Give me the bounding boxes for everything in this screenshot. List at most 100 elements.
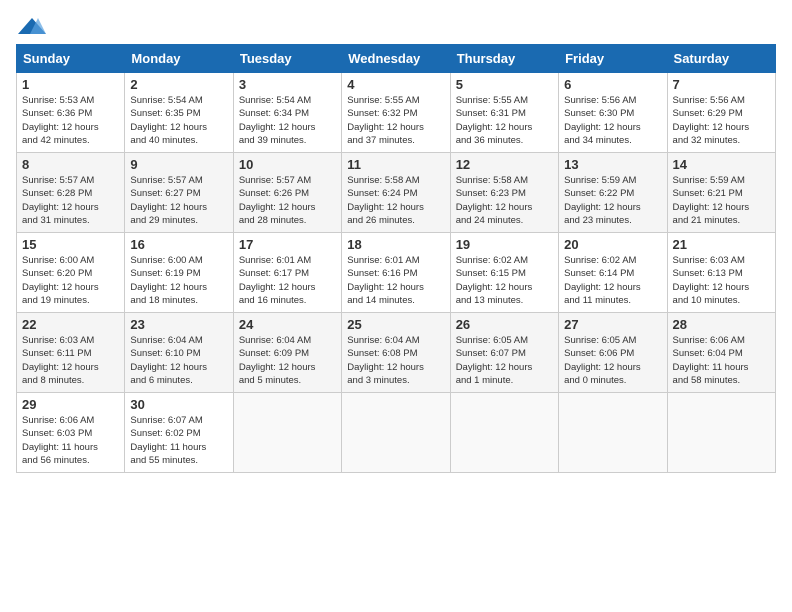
cell-text: Sunrise: 6:07 AMSunset: 6:02 PMDaylight:… — [130, 414, 227, 467]
day-number: 17 — [239, 237, 336, 252]
cell-text: Sunrise: 5:55 AMSunset: 6:32 PMDaylight:… — [347, 94, 444, 147]
weekday-header-thursday: Thursday — [450, 45, 558, 73]
day-number: 1 — [22, 77, 119, 92]
cell-text: Sunrise: 6:03 AMSunset: 6:13 PMDaylight:… — [673, 254, 770, 307]
cell-text: Sunrise: 6:06 AMSunset: 6:04 PMDaylight:… — [673, 334, 770, 387]
cell-text: Sunrise: 6:00 AMSunset: 6:19 PMDaylight:… — [130, 254, 227, 307]
calendar-cell: 21 Sunrise: 6:03 AMSunset: 6:13 PMDayligh… — [667, 233, 775, 313]
day-number: 23 — [130, 317, 227, 332]
calendar-cell: 24 Sunrise: 6:04 AMSunset: 6:09 PMDayligh… — [233, 313, 341, 393]
day-number: 7 — [673, 77, 770, 92]
cell-text: Sunrise: 5:56 AMSunset: 6:29 PMDaylight:… — [673, 94, 770, 147]
calendar-cell: 23 Sunrise: 6:04 AMSunset: 6:10 PMDayligh… — [125, 313, 233, 393]
day-number: 26 — [456, 317, 553, 332]
day-number: 18 — [347, 237, 444, 252]
day-number: 11 — [347, 157, 444, 172]
cell-text: Sunrise: 5:57 AMSunset: 6:27 PMDaylight:… — [130, 174, 227, 227]
calendar-cell: 5Sunrise: 5:55 AMSunset: 6:31 PMDaylight… — [450, 73, 558, 153]
calendar-cell: 16 Sunrise: 6:00 AMSunset: 6:19 PMDayligh… — [125, 233, 233, 313]
calendar-cell: 29 Sunrise: 6:06 AMSunset: 6:03 PMDayligh… — [17, 393, 125, 473]
cell-text: Sunrise: 6:04 AMSunset: 6:10 PMDaylight:… — [130, 334, 227, 387]
calendar-cell: 2 Sunrise: 5:54 AMSunset: 6:35 PMDaylight… — [125, 73, 233, 153]
calendar-cell: 17 Sunrise: 6:01 AMSunset: 6:17 PMDayligh… — [233, 233, 341, 313]
cell-text: Sunrise: 5:59 AMSunset: 6:21 PMDaylight:… — [673, 174, 770, 227]
day-number: 29 — [22, 397, 119, 412]
cell-text: Sunrise: 5:58 AMSunset: 6:24 PMDaylight:… — [347, 174, 444, 227]
day-number: 28 — [673, 317, 770, 332]
day-number: 19 — [456, 237, 553, 252]
day-number: 8 — [22, 157, 119, 172]
calendar-cell: 19 Sunrise: 6:02 AMSunset: 6:15 PMDayligh… — [450, 233, 558, 313]
day-number: 4 — [347, 77, 444, 92]
day-number: 22 — [22, 317, 119, 332]
cell-text: Sunrise: 5:58 AMSunset: 6:23 PMDaylight:… — [456, 174, 553, 227]
calendar-cell: 27 Sunrise: 6:05 AMSunset: 6:06 PMDayligh… — [559, 313, 667, 393]
calendar-table: SundayMondayTuesdayWednesdayThursdayFrid… — [16, 44, 776, 473]
calendar-cell: 10 Sunrise: 5:57 AMSunset: 6:26 PMDayligh… — [233, 153, 341, 233]
cell-text: Sunrise: 6:02 AMSunset: 6:15 PMDaylight:… — [456, 254, 553, 307]
cell-text: Sunrise: 5:59 AMSunset: 6:22 PMDaylight:… — [564, 174, 661, 227]
day-number: 25 — [347, 317, 444, 332]
cell-text: Sunrise: 5:57 AMSunset: 6:28 PMDaylight:… — [22, 174, 119, 227]
day-number: 16 — [130, 237, 227, 252]
weekday-header-friday: Friday — [559, 45, 667, 73]
calendar-cell: 20 Sunrise: 6:02 AMSunset: 6:14 PMDayligh… — [559, 233, 667, 313]
day-number: 30 — [130, 397, 227, 412]
day-number: 2 — [130, 77, 227, 92]
day-number: 14 — [673, 157, 770, 172]
calendar-cell: 7 Sunrise: 5:56 AMSunset: 6:29 PMDaylight… — [667, 73, 775, 153]
cell-text: Sunrise: 6:03 AMSunset: 6:11 PMDaylight:… — [22, 334, 119, 387]
calendar-week-1: 1 Sunrise: 5:53 AMSunset: 6:36 PMDaylight… — [17, 73, 776, 153]
calendar-cell: 25 Sunrise: 6:04 AMSunset: 6:08 PMDayligh… — [342, 313, 450, 393]
weekday-header-saturday: Saturday — [667, 45, 775, 73]
calendar-cell: 6Sunrise: 5:56 AMSunset: 6:30 PMDaylight… — [559, 73, 667, 153]
calendar-cell: 30 Sunrise: 6:07 AMSunset: 6:02 PMDayligh… — [125, 393, 233, 473]
calendar-cell: 15Sunrise: 6:00 AMSunset: 6:20 PMDayligh… — [17, 233, 125, 313]
cell-text: Sunrise: 5:57 AMSunset: 6:26 PMDaylight:… — [239, 174, 336, 227]
weekday-header-wednesday: Wednesday — [342, 45, 450, 73]
cell-text: Sunrise: 5:54 AMSunset: 6:35 PMDaylight:… — [130, 94, 227, 147]
day-number: 9 — [130, 157, 227, 172]
calendar-cell: 12 Sunrise: 5:58 AMSunset: 6:23 PMDayligh… — [450, 153, 558, 233]
calendar-cell: 18 Sunrise: 6:01 AMSunset: 6:16 PMDayligh… — [342, 233, 450, 313]
calendar-cell — [342, 393, 450, 473]
calendar-cell — [233, 393, 341, 473]
calendar-cell: 9 Sunrise: 5:57 AMSunset: 6:27 PMDaylight… — [125, 153, 233, 233]
cell-text: Sunrise: 6:02 AMSunset: 6:14 PMDaylight:… — [564, 254, 661, 307]
calendar-cell: 28 Sunrise: 6:06 AMSunset: 6:04 PMDayligh… — [667, 313, 775, 393]
cell-text: Sunrise: 6:01 AMSunset: 6:16 PMDaylight:… — [347, 254, 444, 307]
cell-text: Sunrise: 6:04 AMSunset: 6:08 PMDaylight:… — [347, 334, 444, 387]
cell-text: Sunrise: 6:05 AMSunset: 6:06 PMDaylight:… — [564, 334, 661, 387]
day-number: 20 — [564, 237, 661, 252]
page-header — [16, 16, 776, 36]
calendar-cell: 13 Sunrise: 5:59 AMSunset: 6:22 PMDayligh… — [559, 153, 667, 233]
weekday-header-sunday: Sunday — [17, 45, 125, 73]
logo — [16, 16, 46, 36]
weekday-header-tuesday: Tuesday — [233, 45, 341, 73]
logo-icon — [18, 16, 46, 36]
day-number: 3 — [239, 77, 336, 92]
day-number: 5 — [456, 77, 553, 92]
calendar-cell — [559, 393, 667, 473]
calendar-cell: 11 Sunrise: 5:58 AMSunset: 6:24 PMDayligh… — [342, 153, 450, 233]
calendar-cell: 1 Sunrise: 5:53 AMSunset: 6:36 PMDaylight… — [17, 73, 125, 153]
day-number: 24 — [239, 317, 336, 332]
cell-text: Sunrise: 6:01 AMSunset: 6:17 PMDaylight:… — [239, 254, 336, 307]
cell-text: Sunrise: 6:00 AMSunset: 6:20 PMDaylight:… — [22, 254, 119, 307]
day-number: 21 — [673, 237, 770, 252]
day-number: 10 — [239, 157, 336, 172]
day-number: 12 — [456, 157, 553, 172]
weekday-header-monday: Monday — [125, 45, 233, 73]
day-number: 13 — [564, 157, 661, 172]
cell-text: Sunrise: 6:04 AMSunset: 6:09 PMDaylight:… — [239, 334, 336, 387]
day-number: 6 — [564, 77, 661, 92]
calendar-week-3: 15Sunrise: 6:00 AMSunset: 6:20 PMDayligh… — [17, 233, 776, 313]
calendar-week-5: 29 Sunrise: 6:06 AMSunset: 6:03 PMDayligh… — [17, 393, 776, 473]
cell-text: Sunrise: 5:53 AMSunset: 6:36 PMDaylight:… — [22, 94, 119, 147]
calendar-week-2: 8 Sunrise: 5:57 AMSunset: 6:28 PMDaylight… — [17, 153, 776, 233]
day-number: 27 — [564, 317, 661, 332]
cell-text: Sunrise: 5:54 AMSunset: 6:34 PMDaylight:… — [239, 94, 336, 147]
cell-text: Sunrise: 6:06 AMSunset: 6:03 PMDaylight:… — [22, 414, 119, 467]
calendar-cell: 26Sunrise: 6:05 AMSunset: 6:07 PMDayligh… — [450, 313, 558, 393]
calendar-cell — [667, 393, 775, 473]
